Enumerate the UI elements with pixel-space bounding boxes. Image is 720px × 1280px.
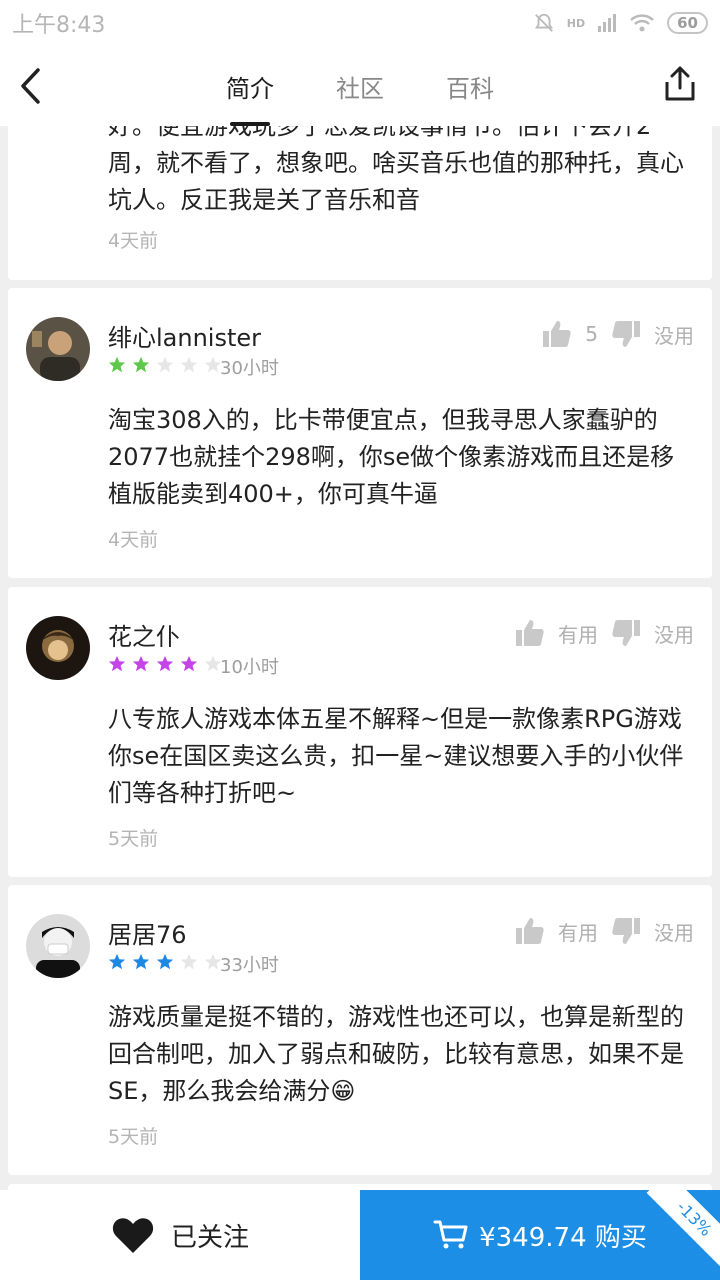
star-empty-icon [180, 953, 198, 970]
review-text: 好。便宜游戏玩多了忘爱凯设事情节。估计下会开2周，就不看了，想象吧。啥买音乐也值… [108, 126, 684, 214]
star-filled-icon [156, 655, 174, 672]
tab-wiki[interactable]: 百科 [442, 46, 498, 126]
star-filled-icon [108, 655, 126, 672]
like-count[interactable]: 5 [585, 322, 598, 346]
review-card: 居居76 33小时 有用 没用 游戏质量是挺不错的，游戏性也还可以，也算是新型的… [8, 885, 712, 1175]
tab-community[interactable]: 社区 [332, 46, 388, 126]
tab-bar: 简介 社区 百科 [222, 46, 498, 126]
share-icon[interactable] [662, 64, 698, 104]
rating-stars [108, 356, 222, 374]
play-duration: 10小时 [220, 657, 279, 678]
reviews-list[interactable]: 好。便宜游戏玩多了忘爱凯设事情节。估计下会开2周，就不看了，想象吧。啥买音乐也值… [0, 126, 720, 1190]
star-empty-icon [180, 356, 198, 373]
vote-controls: 5 没用 [541, 318, 694, 350]
back-arrow-icon[interactable] [14, 64, 48, 108]
follow-label: 已关注 [170, 1222, 249, 1253]
battery-level: 60 [667, 12, 708, 34]
follow-button[interactable]: 已关注 [0, 1190, 360, 1280]
thumbs-down-icon[interactable] [610, 318, 642, 350]
avatar[interactable] [26, 616, 90, 680]
star-filled-icon [132, 356, 150, 373]
play-duration: 30小时 [220, 358, 279, 379]
review-text: 八专旅人游戏本体五星不解释~但是一款像素RPG游戏你se在国区卖这么贵，扣一星~… [108, 705, 684, 807]
review-age: 4天前 [108, 529, 159, 551]
thumbs-down-icon[interactable] [610, 915, 642, 947]
vote-controls: 有用 没用 [514, 617, 694, 649]
buy-label: ¥349.74 购买 [479, 1222, 647, 1253]
cart-icon [433, 1220, 468, 1249]
review-text: 淘宝308入的，比卡带便宜点，但我寻思人家蠢驴的2077也就挂个298啊，你se… [108, 406, 675, 508]
star-filled-icon [156, 953, 174, 970]
thumbs-up-icon[interactable] [514, 915, 546, 947]
hd-label: HD [566, 16, 586, 30]
top-nav: 简介 社区 百科 [0, 46, 720, 126]
wifi-icon [630, 14, 654, 32]
review-age: 5天前 [108, 828, 159, 850]
thumbs-up-icon[interactable] [541, 318, 573, 350]
review-text: 游戏质量是挺不错的，游戏性也还可以，也算是新型的回合制吧，加入了弱点和破防，比较… [108, 1003, 684, 1105]
star-empty-icon [156, 356, 174, 373]
review-card: 花之仆 10小时 有用 没用 八专旅人游戏本体五星不解释~但是一款像素RPG游戏… [8, 587, 712, 877]
buy-button[interactable]: ¥349.74 购买 -13% [360, 1190, 720, 1280]
useless-label[interactable]: 没用 [654, 917, 694, 946]
discount-badge: -13% [646, 1190, 720, 1267]
heart-icon [112, 1218, 154, 1253]
status-icons: HD 60 [533, 12, 708, 34]
thumbs-down-icon[interactable] [610, 617, 642, 649]
review-age: 4天前 [108, 230, 159, 252]
star-filled-icon [108, 356, 126, 373]
star-filled-icon [132, 953, 150, 970]
avatar[interactable] [26, 317, 90, 381]
useful-label[interactable]: 有用 [558, 917, 598, 946]
review-age: 5天前 [108, 1126, 159, 1148]
bottom-action-bar: 已关注 ¥349.74 购买 -13% [0, 1190, 720, 1280]
play-duration: 33小时 [220, 955, 279, 976]
star-filled-icon [108, 953, 126, 970]
star-filled-icon [132, 655, 150, 672]
mute-bell-icon [534, 13, 553, 32]
useless-label[interactable]: 没用 [654, 619, 694, 648]
useless-label[interactable]: 没用 [654, 320, 694, 349]
username[interactable]: 居居76 [108, 915, 187, 950]
star-filled-icon [180, 655, 198, 672]
rating-stars [108, 655, 222, 673]
rating-stars [108, 953, 222, 971]
tab-intro[interactable]: 简介 [222, 46, 278, 126]
review-card: 好。便宜游戏玩多了忘爱凯设事情节。估计下会开2周，就不看了，想象吧。啥买音乐也值… [8, 126, 712, 280]
thumbs-up-icon[interactable] [514, 617, 546, 649]
username[interactable]: 花之仆 [108, 617, 180, 652]
status-bar: 上午8:43 HD 60 [0, 0, 720, 46]
username[interactable]: 绯心lannister [108, 318, 261, 353]
avatar[interactable] [26, 914, 90, 978]
status-time: 上午8:43 [12, 13, 106, 38]
useful-label[interactable]: 有用 [558, 619, 598, 648]
review-card: 绯心lannister 30小时 5 没用 淘宝308入的，比卡带便宜点，但我寻… [8, 288, 712, 578]
vote-controls: 有用 没用 [514, 915, 694, 947]
signal-icon [598, 14, 617, 32]
